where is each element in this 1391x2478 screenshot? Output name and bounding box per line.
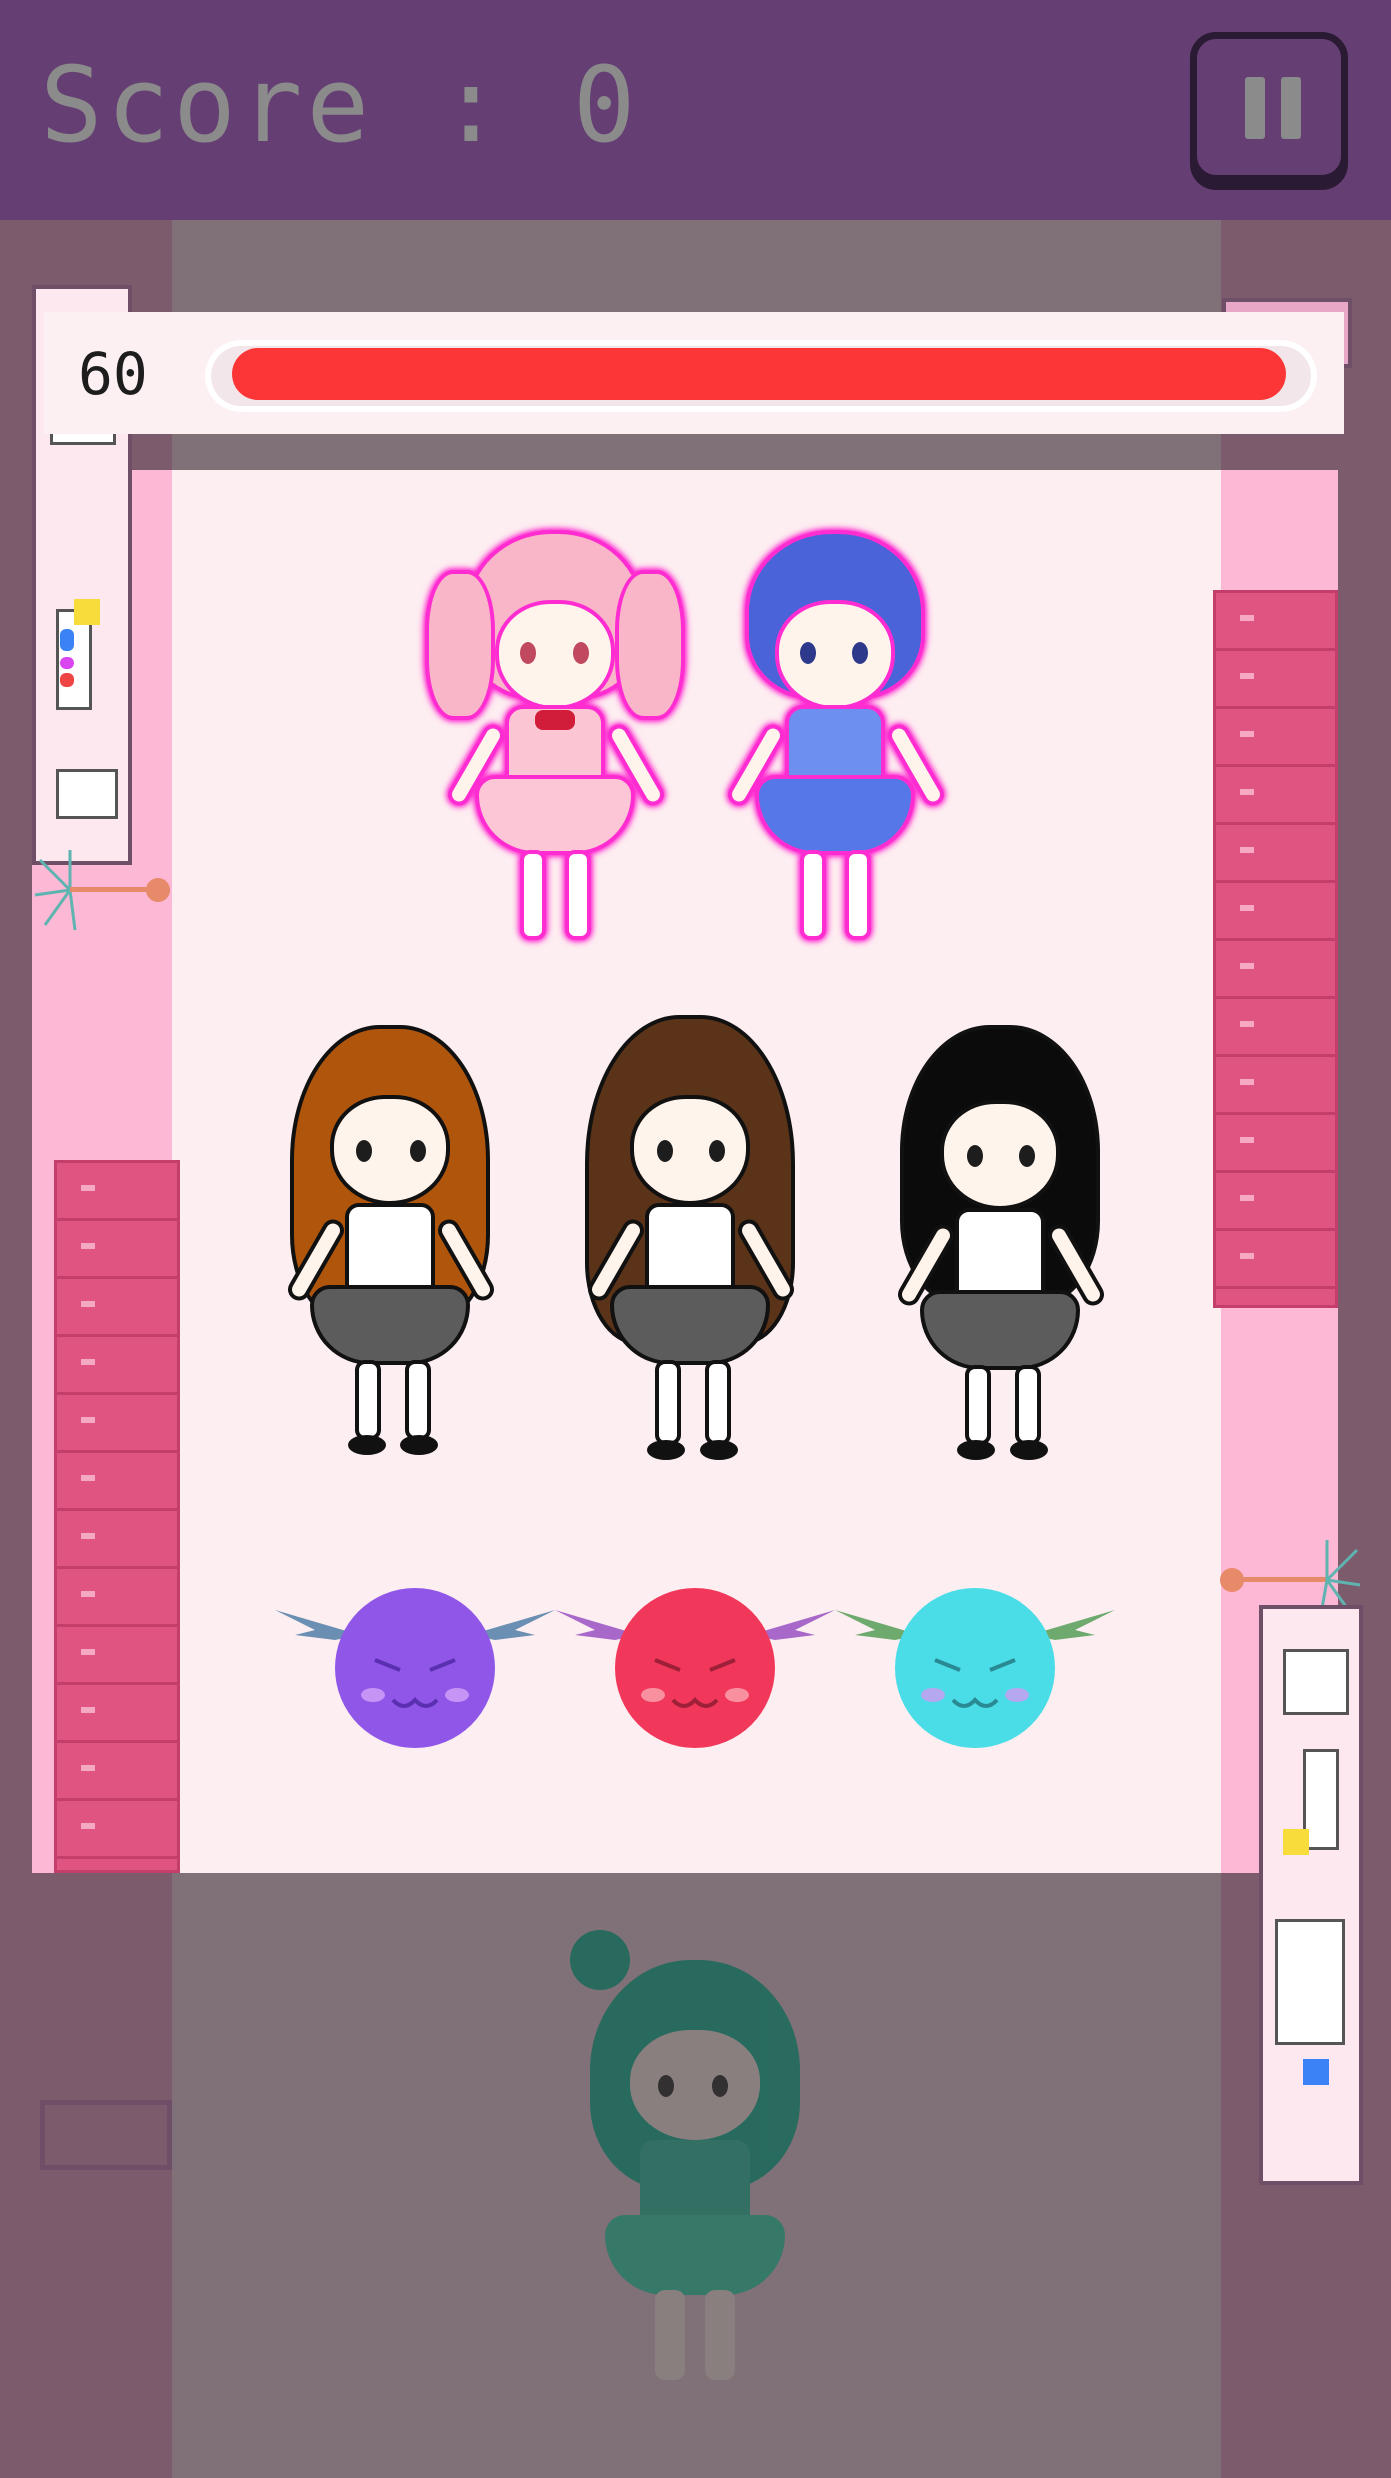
plant-icon <box>30 840 170 931</box>
purple-devil[interactable] <box>275 1585 555 1755</box>
green-idol <box>560 1930 830 2390</box>
brown-hair-girl[interactable] <box>280 1025 510 1465</box>
blue-idol[interactable] <box>723 530 950 950</box>
right-shelf <box>1259 1605 1363 2185</box>
cyan-devil[interactable] <box>835 1585 1115 1755</box>
score-label: Score : 0 <box>40 44 640 166</box>
black-hair-girl[interactable] <box>885 1025 1125 1465</box>
left-lockers <box>54 1160 180 1873</box>
right-lockers <box>1213 590 1338 1308</box>
pink-idol[interactable] <box>425 530 685 950</box>
timer-fill <box>232 348 1286 400</box>
timer-value: 60 <box>78 340 148 408</box>
left-window <box>40 2100 172 2170</box>
pause-button[interactable] <box>1190 32 1348 182</box>
red-devil[interactable] <box>555 1585 835 1755</box>
long-brown-hair-girl[interactable] <box>575 1015 815 1475</box>
